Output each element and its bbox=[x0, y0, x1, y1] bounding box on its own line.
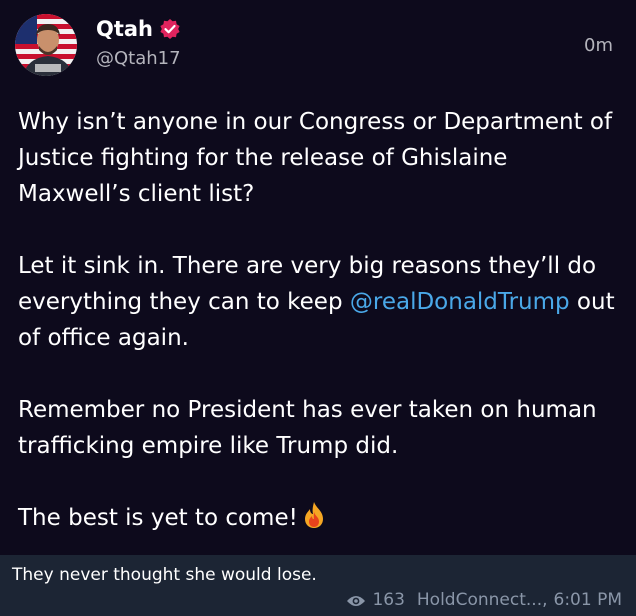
author-name[interactable]: Qtah bbox=[96, 17, 153, 41]
paragraph-1: Why isn’t anyone in our Congress or Depa… bbox=[18, 109, 613, 207]
paragraph-4-text: The best is yet to come! bbox=[18, 505, 298, 531]
verified-badge-icon bbox=[159, 18, 181, 40]
tweet-text: Why isn’t anyone in our Congress or Depa… bbox=[18, 104, 618, 536]
eye-icon bbox=[346, 593, 366, 607]
avatar[interactable] bbox=[15, 14, 77, 76]
view-count: 163 bbox=[372, 590, 405, 610]
post-caption: They never thought she would lose. bbox=[12, 565, 317, 585]
author-handle[interactable]: @Qtah17 bbox=[96, 48, 181, 70]
fire-icon bbox=[302, 501, 326, 529]
author-name-row: Qtah bbox=[96, 17, 181, 41]
paragraph-3: Remember no President has ever taken on … bbox=[18, 397, 597, 459]
post-author[interactable]: HoldConnect..., bbox=[417, 590, 548, 610]
post-timestamp: 6:01 PM bbox=[553, 590, 623, 610]
post-meta: 163 HoldConnect..., 6:01 PM bbox=[346, 590, 622, 610]
tweet-time: 0m bbox=[584, 35, 613, 56]
post-footer: They never thought she would lose. 163 H… bbox=[0, 555, 636, 616]
tweet-card: Qtah @Qtah17 0m Why isn’t anyone in our … bbox=[0, 0, 636, 555]
paragraph-4: The best is yet to come! bbox=[18, 500, 618, 536]
mention-link[interactable]: @realDonaldTrump bbox=[350, 289, 570, 315]
paragraph-2: Let it sink in. There are very big reaso… bbox=[18, 248, 618, 356]
